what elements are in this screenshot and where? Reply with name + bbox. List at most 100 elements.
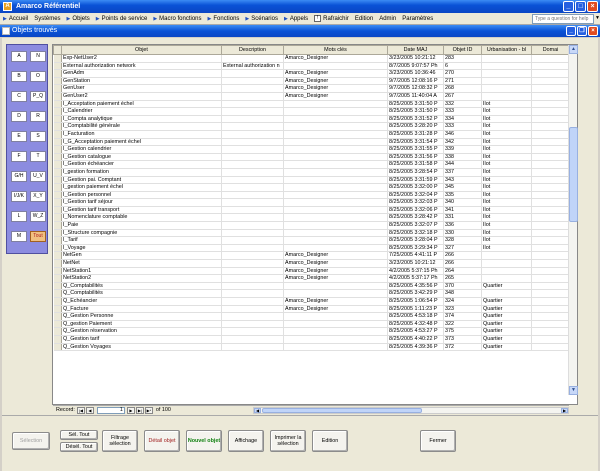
table-cell[interactable]	[283, 62, 388, 71]
row-selector[interactable]	[53, 153, 62, 162]
table-cell[interactable]: I_gestion paiement échel	[61, 183, 222, 192]
table-cell[interactable]: 336	[443, 221, 482, 230]
table-cell[interactable]: 335	[443, 191, 482, 200]
table-cell[interactable]	[531, 289, 570, 298]
table-cell[interactable]	[221, 289, 284, 298]
table-cell[interactable]: I_Calendrier	[61, 107, 222, 116]
table-cell[interactable]	[221, 160, 284, 169]
table-cell[interactable]	[531, 274, 570, 283]
table-cell[interactable]: 264	[443, 267, 482, 276]
table-cell[interactable]	[481, 54, 532, 63]
table-cell[interactable]	[531, 153, 570, 162]
menu-accueil[interactable]: ▶ Accueil	[0, 13, 31, 25]
table-cell[interactable]: Q_Echéancier	[61, 297, 222, 306]
table-cell[interactable]	[283, 168, 388, 177]
table-row[interactable]: Q_Gestion Voyages 8/25/2005 4:39:36 P 372 Q…	[53, 343, 570, 352]
letter-d-button[interactable]: D	[11, 111, 27, 122]
row-selector[interactable]	[53, 69, 62, 78]
table-row[interactable]: Q_gestion Paiement 8/25/2005 4:32:48 P 322…	[53, 320, 570, 329]
table-cell[interactable]: I_Tarif	[61, 236, 222, 245]
table-cell[interactable]: 373	[443, 335, 482, 344]
selection-button[interactable]: Sélection	[12, 432, 50, 450]
table-cell[interactable]: Quartier	[481, 320, 532, 329]
table-cell[interactable]: Ilot	[481, 100, 532, 109]
menu-rafraichir[interactable]: ! Rafraichir	[311, 13, 352, 25]
table-cell[interactable]: I_Comptabilité générale	[61, 122, 222, 131]
row-selector[interactable]	[53, 191, 62, 200]
table-cell[interactable]: Q_Gestion Personne	[61, 312, 222, 321]
table-row[interactable]: I_Paie 8/25/2005 3:32:07 P 336 Ilot	[53, 221, 570, 230]
table-cell[interactable]	[221, 77, 284, 86]
table-cell[interactable]: Ilot	[481, 236, 532, 245]
row-selector[interactable]	[53, 183, 62, 192]
table-cell[interactable]: Exp-NetUser2	[61, 54, 222, 63]
table-cell[interactable]	[531, 138, 570, 147]
table-cell[interactable]: 340	[443, 198, 482, 207]
table-row[interactable]: I_Tarif 8/25/2005 3:28:04 P 328 Ilot	[53, 236, 570, 245]
table-cell[interactable]: Ilot	[481, 221, 532, 230]
letter-l-button[interactable]: L	[11, 211, 27, 222]
table-cell[interactable]	[531, 107, 570, 116]
table-cell[interactable]: 8/25/2005 3:31:52 P	[387, 115, 444, 124]
table-cell[interactable]: Ilot	[481, 153, 532, 162]
row-selector[interactable]	[53, 289, 62, 298]
table-cell[interactable]: 343	[443, 176, 482, 185]
table-row[interactable]: GenUser Amarco_Designer 9/7/2005 12:08:32 …	[53, 84, 570, 93]
letter-e-button[interactable]: E	[11, 131, 27, 142]
letter-n-button[interactable]: N	[30, 51, 46, 62]
table-cell[interactable]	[531, 160, 570, 169]
table-cell[interactable]	[221, 320, 284, 329]
table-cell[interactable]	[481, 77, 532, 86]
table-cell[interactable]	[531, 320, 570, 329]
table-row[interactable]: I_Structure compagnie 8/25/2005 3:32:18 P…	[53, 229, 570, 238]
table-cell[interactable]: 266	[443, 259, 482, 268]
table-cell[interactable]: 375	[443, 327, 482, 336]
table-cell[interactable]: 4/2/2005 5:37:15 Ph	[387, 267, 444, 276]
scroll-down-icon[interactable]: ▼	[569, 386, 578, 395]
table-cell[interactable]	[531, 69, 570, 78]
table-cell[interactable]	[531, 62, 570, 71]
table-cell[interactable]	[481, 251, 532, 261]
table-cell[interactable]	[221, 100, 284, 109]
table-cell[interactable]	[481, 92, 532, 101]
row-selector[interactable]	[53, 115, 62, 124]
table-cell[interactable]: 8/25/2005 4:39:36 P	[387, 343, 444, 352]
table-cell[interactable]: 8/25/2005 3:31:55 P	[387, 145, 444, 154]
table-cell[interactable]: Amarco_Designer	[283, 92, 388, 101]
object-detail-button[interactable]: Détail objet	[144, 430, 180, 452]
table-cell[interactable]	[221, 115, 284, 124]
table-row[interactable]: I_Gestion catalogue 8/25/2005 3:31:56 P 33…	[53, 153, 570, 162]
table-cell[interactable]: 8/25/2005 1:06:54 P	[387, 297, 444, 306]
table-cell[interactable]: Amarco_Designer	[283, 251, 388, 261]
menu-scenarios[interactable]: ▶ Scénarios	[242, 13, 281, 25]
table-cell[interactable]	[221, 213, 284, 223]
column-header[interactable]: Urbanisation - bl	[481, 45, 532, 55]
new-record-icon[interactable]: ▶*	[144, 406, 153, 414]
table-cell[interactable]: 8/25/2005 3:32:07 P	[387, 221, 444, 230]
table-cell[interactable]	[531, 206, 570, 215]
table-cell[interactable]	[531, 297, 570, 306]
table-cell[interactable]	[283, 153, 388, 162]
table-cell[interactable]: 8/25/2005 3:31:50 P	[387, 107, 444, 116]
filter-selection-button[interactable]: Filtrage sélection	[102, 430, 138, 452]
row-selector[interactable]	[53, 305, 62, 314]
table-cell[interactable]: Quartier	[481, 327, 532, 336]
table-row[interactable]: I_Comptabilité générale 8/25/2005 3:28:20…	[53, 122, 570, 131]
table-cell[interactable]	[221, 343, 284, 352]
table-cell[interactable]: 341	[443, 206, 482, 215]
help-question-input[interactable]: Type a question for help	[532, 14, 594, 24]
row-selector[interactable]	[53, 251, 62, 261]
table-cell[interactable]: I_Gestion tarif transport	[61, 206, 222, 215]
table-cell[interactable]: Amarco_Designer	[283, 274, 388, 283]
row-selector[interactable]	[53, 259, 62, 268]
table-cell[interactable]	[221, 145, 284, 154]
table-cell[interactable]: Ilot	[481, 145, 532, 154]
table-cell[interactable]: Ilot	[481, 229, 532, 238]
table-cell[interactable]	[283, 176, 388, 185]
table-cell[interactable]: 8/25/2005 3:28:04 P	[387, 236, 444, 245]
table-row[interactable]: NetGen Amarco_Designer 7/25/2005 4:41:11 P…	[53, 251, 570, 261]
table-row[interactable]: Q_Comptabilités 8/25/2005 4:35:56 P 370 Qua…	[53, 282, 570, 291]
child-close-button[interactable]: ×	[588, 26, 598, 36]
letter-tout-button[interactable]: Tout	[30, 231, 46, 242]
select-all-button[interactable]: Sél. Tout	[60, 430, 98, 440]
